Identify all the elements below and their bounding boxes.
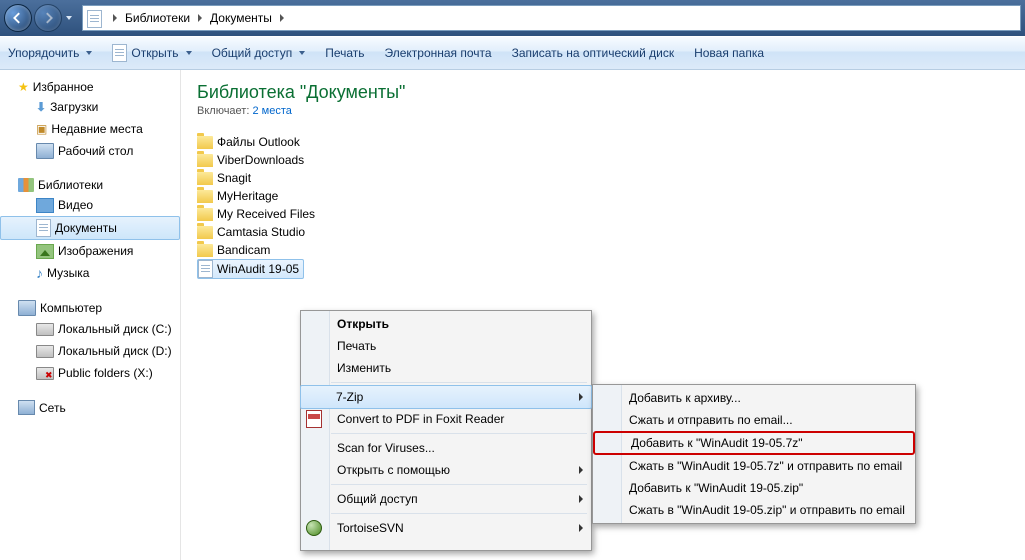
list-item[interactable]: Snagit	[197, 169, 1025, 187]
drive-icon	[36, 345, 54, 358]
ctx-open-with[interactable]: Открыть с помощью	[301, 459, 591, 481]
tortoisesvn-icon	[306, 520, 322, 536]
sidebar-item-music[interactable]: ♪Музыка	[0, 262, 180, 284]
burn-button[interactable]: Записать на оптический диск	[512, 46, 675, 60]
folder-icon	[197, 190, 213, 203]
folder-icon	[197, 226, 213, 239]
breadcrumb-current[interactable]: Документы	[208, 11, 274, 25]
document-icon	[198, 260, 213, 278]
library-title: Библиотека "Документы"	[197, 82, 1025, 103]
includes-link[interactable]: 2 места	[252, 105, 291, 117]
sidebar-item-public-folders[interactable]: Public folders (X:)	[0, 362, 180, 384]
submenu-arrow-icon	[579, 495, 583, 503]
ctx-add-to-zip[interactable]: Добавить к "WinAudit 19-05.zip"	[593, 477, 915, 499]
ctx-add-to-7z[interactable]: Добавить к "WinAudit 19-05.7z"	[593, 431, 915, 455]
library-subtitle: Включает: 2 места	[197, 105, 1025, 117]
library-icon	[87, 10, 103, 26]
ctx-compress-email[interactable]: Сжать и отправить по email...	[593, 409, 915, 431]
list-item[interactable]: Camtasia Studio	[197, 223, 1025, 241]
print-button[interactable]: Печать	[325, 46, 364, 60]
libraries-group[interactable]: Библиотеки	[0, 176, 180, 194]
submenu-arrow-icon	[579, 393, 583, 401]
star-icon: ★	[18, 80, 29, 94]
organize-button[interactable]: Упорядочить	[8, 46, 92, 60]
breadcrumb-root[interactable]: Библиотеки	[123, 11, 192, 25]
folder-icon	[197, 208, 213, 221]
sidebar-item-documents[interactable]: Документы	[0, 216, 180, 240]
sidebar-item-video[interactable]: Видео	[0, 194, 180, 216]
sidebar-item-downloads[interactable]: ⬇Загрузки	[0, 96, 180, 118]
pdf-icon	[306, 411, 322, 427]
ctx-edit[interactable]: Изменить	[301, 357, 591, 379]
sidebar-item-pictures[interactable]: Изображения	[0, 240, 180, 262]
ctx-tortoisesvn[interactable]: TortoiseSVN	[301, 517, 591, 539]
window-titlebar: Библиотеки Документы	[0, 0, 1025, 36]
ctx-compress-zip-email[interactable]: Сжать в "WinAudit 19-05.zip" и отправить…	[593, 499, 915, 521]
folder-icon	[197, 154, 213, 167]
folder-icon	[197, 244, 213, 257]
document-icon	[36, 219, 51, 237]
context-menu: Открыть Печать Изменить 7-Zip Convert to…	[300, 310, 592, 551]
list-item-selected[interactable]: WinAudit 19-05	[197, 259, 304, 279]
downloads-icon: ⬇	[36, 100, 46, 114]
list-item[interactable]: Файлы Outlook	[197, 133, 1025, 151]
address-bar[interactable]: Библиотеки Документы	[82, 5, 1021, 31]
nav-back-button[interactable]	[4, 4, 32, 32]
pictures-icon	[36, 244, 54, 259]
ctx-compress-7z-email[interactable]: Сжать в "WinAudit 19-05.7z" и отправить …	[593, 455, 915, 477]
ctx-print[interactable]: Печать	[301, 335, 591, 357]
sidebar-item-desktop[interactable]: Рабочий стол	[0, 140, 180, 162]
network-icon	[18, 400, 35, 415]
list-item[interactable]: Bandicam	[197, 241, 1025, 259]
folder-icon	[197, 172, 213, 185]
libraries-icon	[18, 178, 34, 192]
list-item[interactable]: ViberDownloads	[197, 151, 1025, 169]
ctx-7zip[interactable]: 7-Zip	[300, 385, 592, 409]
nav-history-dropdown[interactable]	[66, 16, 72, 20]
share-button[interactable]: Общий доступ	[212, 46, 306, 60]
submenu-arrow-icon	[579, 466, 583, 474]
sidebar-item-drive-d[interactable]: Локальный диск (D:)	[0, 340, 180, 362]
open-button[interactable]: Открыть	[112, 44, 191, 62]
folder-icon	[197, 136, 213, 149]
video-icon	[36, 198, 54, 213]
document-icon	[112, 44, 127, 62]
ctx-add-to-archive[interactable]: Добавить к архиву...	[593, 387, 915, 409]
new-folder-button[interactable]: Новая папка	[694, 46, 764, 60]
sidebar-item-recent[interactable]: ▣Недавние места	[0, 118, 180, 140]
email-button[interactable]: Электронная почта	[385, 46, 492, 60]
navigation-pane: ★ Избранное ⬇Загрузки ▣Недавние места Ра…	[0, 70, 181, 560]
network-drive-disconnected-icon	[36, 367, 54, 380]
network-group[interactable]: Сеть	[0, 398, 180, 417]
ctx-open[interactable]: Открыть	[301, 313, 591, 335]
sidebar-item-drive-c[interactable]: Локальный диск (C:)	[0, 318, 180, 340]
list-item[interactable]: MyHeritage	[197, 187, 1025, 205]
drive-icon	[36, 323, 54, 336]
ctx-convert-pdf[interactable]: Convert to PDF in Foxit Reader	[301, 408, 591, 430]
ctx-share[interactable]: Общий доступ	[301, 488, 591, 510]
recent-icon: ▣	[36, 122, 47, 136]
music-icon: ♪	[36, 265, 43, 281]
toolbar: Упорядочить Открыть Общий доступ Печать …	[0, 36, 1025, 70]
list-item[interactable]: My Received Files	[197, 205, 1025, 223]
ctx-scan-viruses[interactable]: Scan for Viruses...	[301, 437, 591, 459]
file-list: Файлы Outlook ViberDownloads Snagit MyHe…	[197, 133, 1025, 281]
submenu-arrow-icon	[579, 524, 583, 532]
computer-icon	[18, 300, 36, 316]
favorites-group[interactable]: ★ Избранное	[0, 78, 180, 96]
computer-group[interactable]: Компьютер	[0, 298, 180, 318]
desktop-icon	[36, 143, 54, 159]
context-submenu-7zip: Добавить к архиву... Сжать и отправить п…	[592, 384, 916, 524]
nav-forward-button[interactable]	[34, 4, 62, 32]
